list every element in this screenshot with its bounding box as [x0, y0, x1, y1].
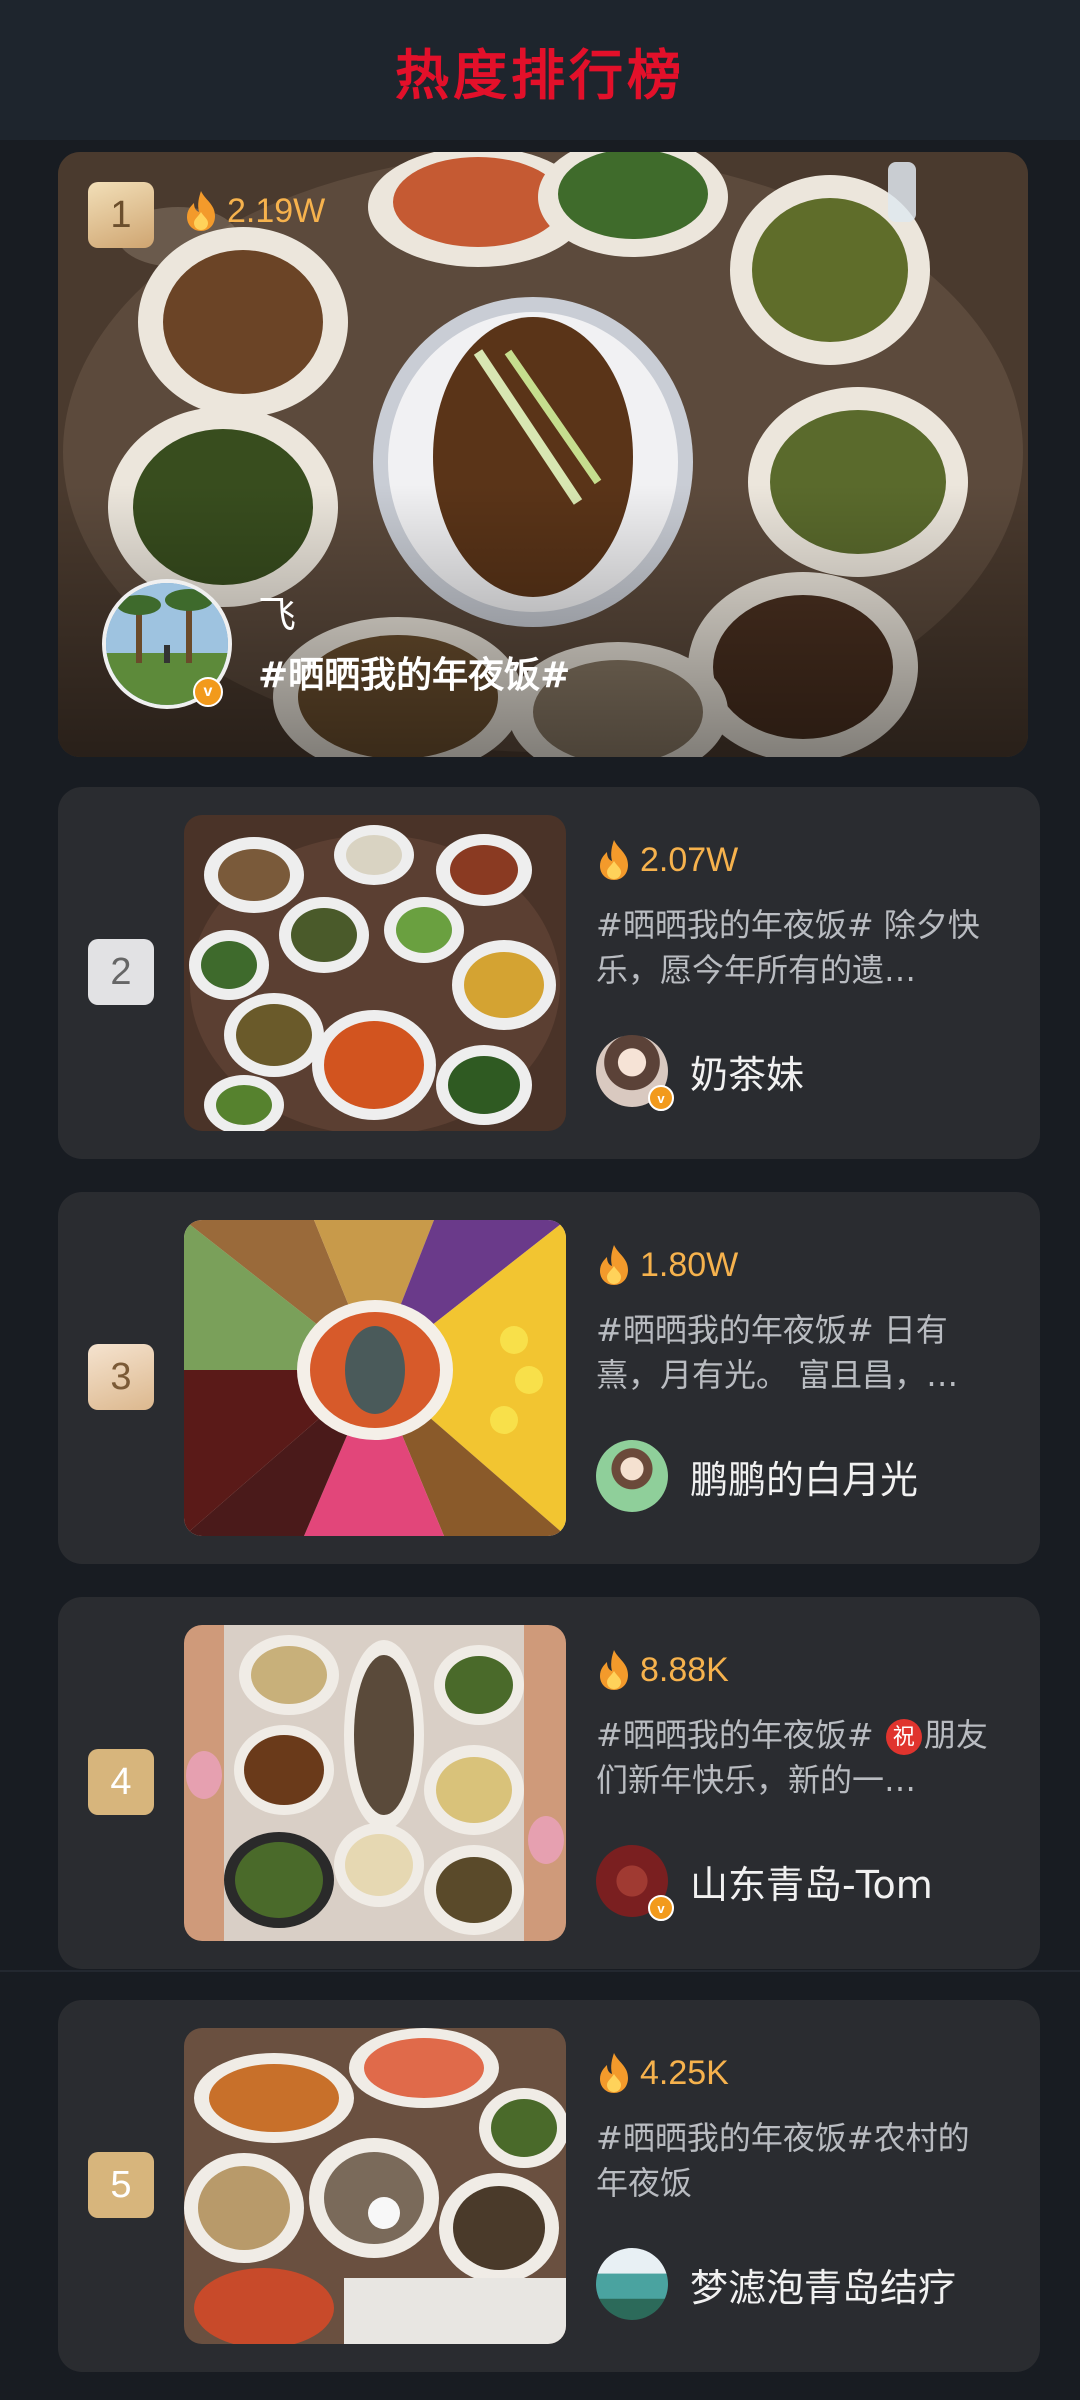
- heat-value: 8.88K: [640, 1650, 729, 1689]
- flame-icon: [600, 1650, 628, 1690]
- user-avatar[interactable]: [596, 1440, 668, 1512]
- user-row[interactable]: v 山东青岛-Tom: [596, 1845, 933, 1921]
- page-title: 热度排行榜: [395, 42, 685, 107]
- user-row[interactable]: 梦滤泡青岛结疗: [596, 2248, 956, 2320]
- zhu-emoji-icon: 祝: [885, 1719, 922, 1755]
- rank-badge: 4: [88, 1749, 154, 1815]
- rank-badge: 5: [88, 2152, 154, 2218]
- user-avatar[interactable]: v: [596, 1845, 674, 1921]
- flame-icon: [600, 2053, 628, 2093]
- post-description: #晒晒我的年夜饭# 除夕快乐，愿今年所有的遗…: [596, 906, 980, 989]
- user-row[interactable]: 鹏鹏的白月光: [596, 1440, 918, 1512]
- heat-value: 1.80W: [640, 1245, 739, 1284]
- heat-indicator: 2.19W: [183, 190, 325, 232]
- list-item[interactable]: 3 1.80W #晒晒我的年夜饭# 日有熹，月有光。 富且昌，… 鹏鹏的白月光: [58, 1192, 1040, 1564]
- heat-value: 2.19W: [227, 191, 326, 230]
- user-avatar[interactable]: [596, 2248, 668, 2320]
- top-header: 热度排行榜: [0, 0, 1080, 140]
- food-thumbnail: [184, 1220, 566, 1536]
- heat-indicator: 2.07W: [596, 839, 738, 881]
- user-row[interactable]: v 奶茶妹: [596, 1035, 804, 1111]
- rank-badge: 1: [88, 182, 154, 248]
- topic-tag[interactable]: #晒晒我的年夜饭#: [258, 646, 570, 698]
- heat-indicator: 8.88K: [596, 1649, 729, 1691]
- list-item[interactable]: 2 2.07W #晒晒我的年夜饭# 除夕快乐，愿今年所有的遗… v 奶茶妹: [58, 787, 1040, 1159]
- food-thumbnail: [184, 815, 566, 1131]
- flame-icon: [600, 1245, 628, 1285]
- post-description: #晒晒我的年夜饭#农村的年夜饭: [596, 2119, 970, 2202]
- verified-v-icon: v: [648, 1085, 674, 1111]
- username[interactable]: 鹏鹏的白月光: [690, 1449, 918, 1504]
- rank-badge: 3: [88, 1344, 154, 1410]
- heat-indicator: 4.25K: [596, 2052, 729, 2094]
- heat-value: 2.07W: [640, 840, 739, 879]
- rank-badge: 2: [88, 939, 154, 1005]
- username[interactable]: 梦滤泡青岛结疗: [690, 2257, 956, 2312]
- flame-icon: [600, 840, 628, 880]
- list-item[interactable]: 4 8.88K #晒晒我的年夜饭# 祝朋友们新年快乐，新的一… v 山东青岛-T…: [58, 1597, 1040, 1969]
- featured-post-card[interactable]: 1 2.19W v 飞 #晒晒我的年夜饭#: [58, 152, 1028, 757]
- heat-indicator: 1.80W: [596, 1244, 738, 1286]
- list-item[interactable]: 5 4.25K #晒晒我的年夜饭#农村的年夜饭 梦滤泡青岛结疗: [58, 2000, 1040, 2372]
- username[interactable]: 奶茶妹: [690, 1044, 804, 1099]
- user-avatar[interactable]: v: [596, 1035, 674, 1111]
- verified-v-icon: v: [193, 677, 223, 707]
- post-description: #晒晒我的年夜饭# 祝朋友们新年快乐，新的一…: [596, 1713, 996, 1803]
- food-thumbnail: [184, 1625, 566, 1941]
- verified-v-icon: v: [648, 1895, 674, 1921]
- post-description: #晒晒我的年夜饭# 日有熹，月有光。 富且昌，…: [596, 1311, 959, 1394]
- desc-text: #晒晒我的年夜饭#: [596, 1716, 884, 1754]
- author-name[interactable]: 飞: [258, 584, 296, 639]
- heat-value: 4.25K: [640, 2053, 729, 2092]
- flame-icon: [187, 191, 215, 231]
- food-thumbnail: [184, 2028, 566, 2344]
- username[interactable]: 山东青岛-Tom: [690, 1854, 933, 1909]
- section-divider: [0, 1970, 1080, 1972]
